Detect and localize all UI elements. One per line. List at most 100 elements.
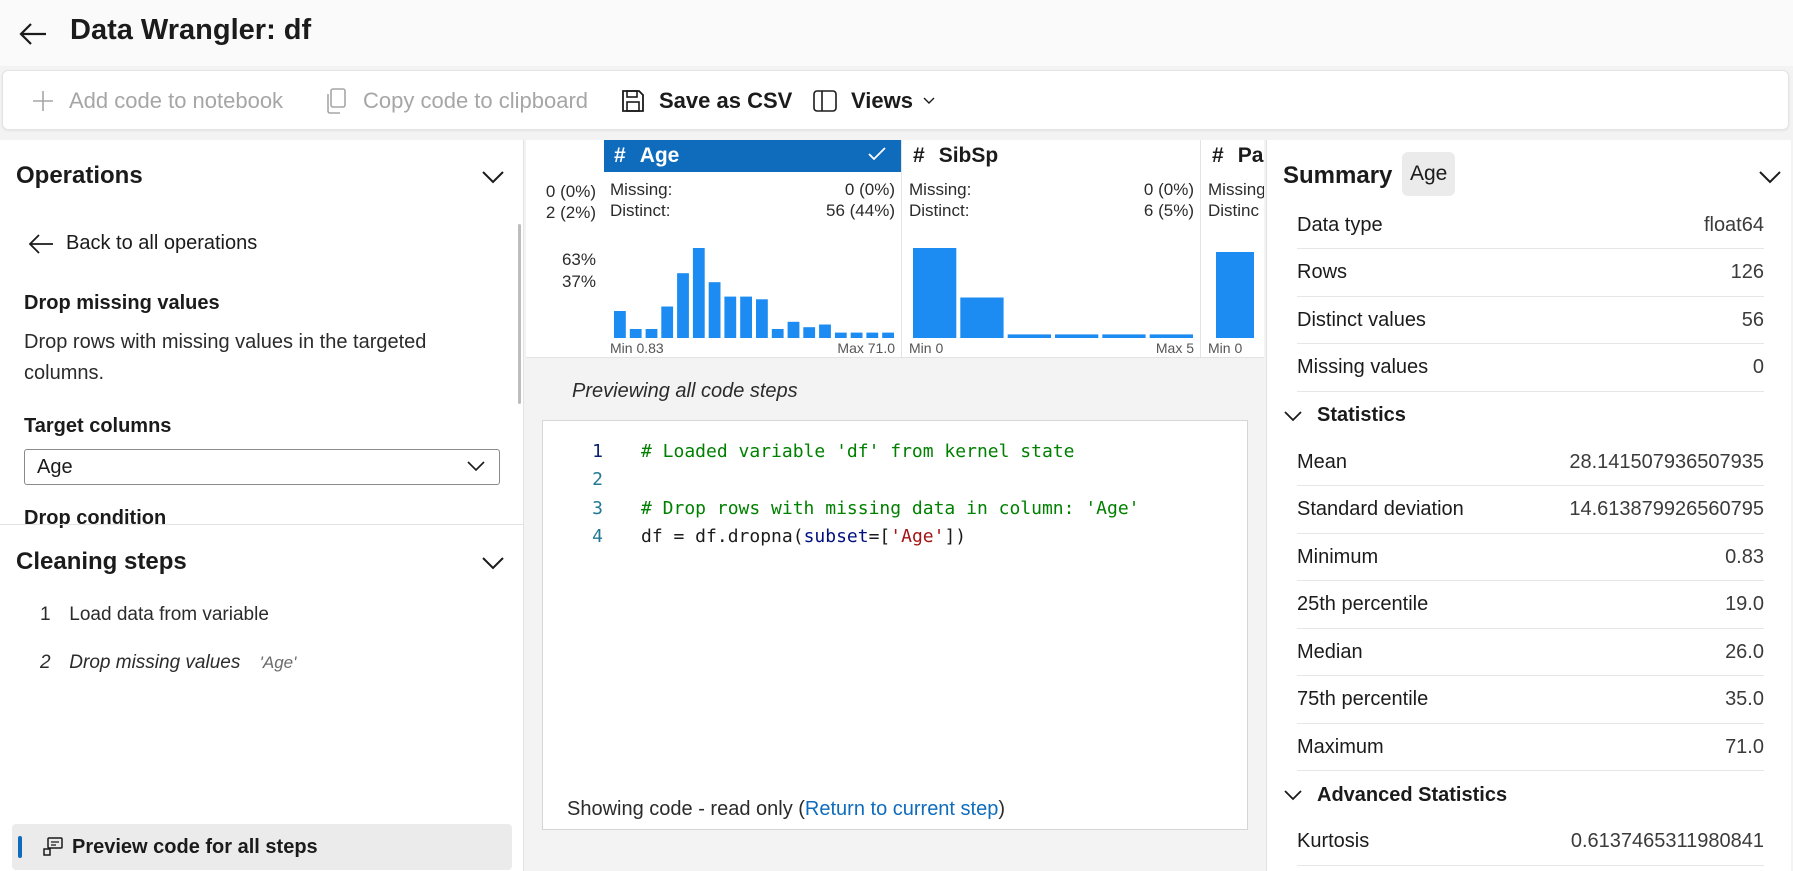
stat-value: 126 [1730,261,1764,283]
operations-scrollbar[interactable] [518,224,521,404]
histogram-bar[interactable] [1102,334,1146,338]
missing-label: Missing: [909,180,972,199]
preview-code-label: Preview code for all steps [72,835,318,858]
selection-indicator [18,836,22,858]
back-to-operations-link[interactable]: Back to all operations [28,232,257,255]
cleaning-step-2[interactable]: 2 Drop missing values 'Age' [40,652,296,674]
statistics-section-toggle[interactable]: Statistics [1283,404,1406,427]
views-button[interactable]: Views [811,71,935,131]
operation-description: Drop rows with missing values in the tar… [24,331,427,384]
step-label: Drop missing values [69,652,241,673]
operation-title: Drop missing values [24,292,220,314]
histogram-bar[interactable] [882,332,894,338]
stat-label: Mean [1297,450,1348,473]
column-header-age[interactable]: # Age [604,140,901,172]
save-csv-label: Save as CSV [659,88,793,113]
partial-distinct: 2 (2%) [545,203,596,222]
stat-value: 35.0 [1725,688,1764,710]
histogram-partial-bar [1216,252,1254,338]
column-name: Age [639,144,680,167]
histogram-bar[interactable] [677,273,689,338]
panel-icon [811,87,839,115]
histogram-bar[interactable] [614,311,626,338]
stat-value: 71.0 [1725,735,1764,758]
plus-icon [29,87,57,115]
column-name: Par [1237,144,1264,167]
min-value: Min 0 [909,340,944,356]
line-number: 4 [592,525,603,547]
histogram-bar[interactable] [708,282,721,338]
max-value: Max 5 [1155,340,1194,356]
step-number: 2 [40,652,51,673]
column-header-sibsp[interactable]: # SibSp [903,140,1200,172]
column-card-partial[interactable]: # Par Missing Distinc Min 0 [1202,140,1264,357]
cleaning-step-1[interactable]: 1 Load data from variable [40,604,269,626]
collapse-summary-icon[interactable] [1757,168,1783,186]
histogram-sibsp[interactable] [911,218,1195,338]
target-columns-select[interactable]: Age [24,449,500,485]
stat-label: Data type [1297,213,1383,236]
stat-label: 75th percentile [1297,688,1429,710]
histogram-bar[interactable] [740,296,752,338]
histogram-bar[interactable] [787,321,800,338]
save-csv-button[interactable]: Save as CSV [619,71,792,131]
histogram-bar[interactable] [960,297,1004,339]
advanced-statistics-section-toggle[interactable]: Advanced Statistics [1283,784,1507,807]
copy-code-button[interactable]: Copy code to clipboard [323,71,588,131]
summary-row: Data type float64 [1297,202,1764,249]
histogram-bar[interactable] [629,329,642,338]
statistics-row: Standard deviation 14.613879926560795 [1297,487,1764,534]
histogram-bar[interactable] [819,324,831,339]
histogram-bar[interactable] [1007,334,1051,338]
histogram-bar[interactable] [1149,334,1193,338]
left-panel: Operations Back to all operations Drop m… [0,140,524,871]
code-editor[interactable]: 1 # Loaded variable 'df' from kernel sta… [542,420,1248,830]
check-icon [868,147,886,161]
column-card-age[interactable]: # Age Missing: 0 (0%) Distinct: 56 (44%)… [604,140,902,357]
stat-label: 25th percentile [1297,593,1429,615]
histogram-bar[interactable] [692,248,705,338]
histogram-bar[interactable] [834,332,847,338]
histogram-bar[interactable] [803,327,816,338]
numeric-type-icon: # [614,144,626,167]
histogram-bar[interactable] [756,299,768,338]
histogram-bar[interactable] [724,296,737,338]
column-summary-strip: 0 (0%) 2 (2%) 63% 37% # Age Missing: 0 (… [526,140,1264,358]
stat-label: Standard deviation [1297,498,1464,520]
summary-row: Rows 126 [1297,250,1764,297]
section-label: Advanced Statistics [1317,783,1508,806]
stat-value: 28.141507936507935 [1569,450,1764,473]
histogram-bar[interactable] [866,332,879,338]
divider [0,524,524,525]
histogram-age[interactable] [612,218,896,338]
histogram-bar[interactable] [645,329,658,338]
summary-panel: Summary Age Data type float64 Rows 126 Disti… [1266,140,1791,871]
range-sibsp: Min 0 Max 5 [909,340,1194,356]
copy-code-label: Copy code to clipboard [363,88,589,113]
partial-missing: 0 (0%) [545,182,596,201]
toolbar: Add code to notebook Copy code to clipbo… [2,70,1789,130]
histogram-bar[interactable] [913,248,957,338]
stat-label: Distinct values [1297,308,1426,331]
column-name: SibSp [938,144,999,167]
stat-label: Maximum [1297,735,1384,758]
histogram-bar[interactable] [661,306,674,339]
preview-code-all-steps-button[interactable]: Preview code for all steps [12,824,512,870]
partial-pct-2: 37% [561,272,596,291]
preview-label: Previewing all code steps [572,380,798,402]
return-to-current-step-link[interactable]: Return to current step [805,798,998,820]
statistics-row: 75th percentile 35.0 [1297,677,1764,724]
column-header-partial[interactable]: # Par [1202,140,1264,172]
histogram-bar[interactable] [1055,334,1099,338]
column-card-sibsp[interactable]: # SibSp Missing: 0 (0%) Distinct: 6 (5%)… [903,140,1201,357]
collapse-cleaning-steps-icon[interactable] [480,554,506,572]
partial-pct-1: 63% [561,250,596,269]
collapse-operations-icon[interactable] [480,168,506,186]
histogram-bar[interactable] [771,329,784,338]
add-code-button[interactable]: Add code to notebook [29,71,283,131]
summary-row: Distinct values 56 [1297,297,1764,344]
statistics-row: Mean 28.141507936507935 [1297,439,1764,486]
back-arrow-icon[interactable] [18,20,48,48]
copy-icon [323,87,351,115]
histogram-bar[interactable] [850,332,863,338]
